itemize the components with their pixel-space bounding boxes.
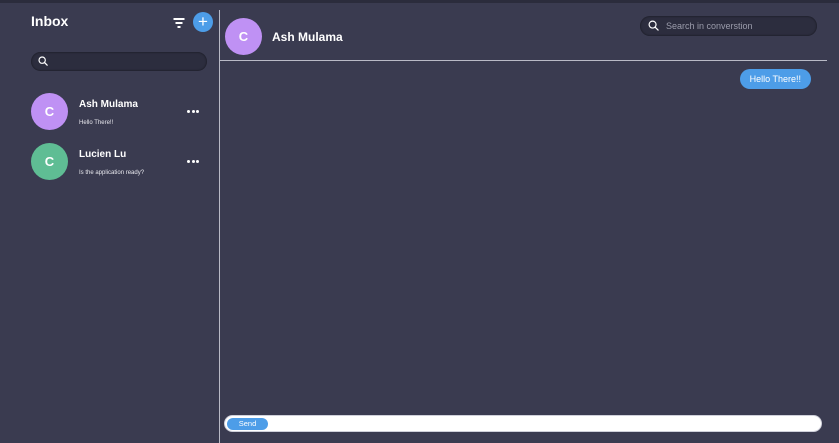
outgoing-message-bubble: Hello There!! <box>739 69 811 89</box>
conversation-name: Lucien Lu <box>79 149 127 160</box>
chat-contact-name: Ash Mulama <box>272 30 343 44</box>
inbox-title: Inbox <box>31 13 69 29</box>
more-options-icon[interactable] <box>187 110 199 114</box>
conversation-preview: Is the application ready? <box>79 170 145 176</box>
inbox-search-box <box>31 52 207 71</box>
message-list: Hello There!! <box>220 62 839 412</box>
messenger-app: Inbox + C Ash Mulama Hello There!! C Luc… <box>0 0 839 443</box>
message-composer: Send <box>224 415 822 432</box>
avatar: C <box>31 93 68 130</box>
inbox-search-input[interactable] <box>55 52 201 71</box>
conversation-item-lucien-lu[interactable]: C Lucien Lu Is the application ready? <box>0 140 219 186</box>
more-options-icon[interactable] <box>187 160 199 164</box>
message-input[interactable] <box>273 417 817 430</box>
inbox-sidebar: Inbox + C Ash Mulama Hello There!! C Luc… <box>0 0 219 443</box>
new-conversation-button[interactable]: + <box>193 12 213 32</box>
send-button[interactable]: Send <box>227 417 268 430</box>
search-icon <box>648 20 659 31</box>
conversation-search-input[interactable] <box>666 16 812 36</box>
conversation-search-box <box>640 16 817 36</box>
chat-header-divider <box>220 60 827 61</box>
conversation-item-ash-mulama[interactable]: C Ash Mulama Hello There!! <box>0 90 219 136</box>
chat-header: C Ash Mulama <box>220 0 839 61</box>
search-icon <box>38 56 48 66</box>
avatar: C <box>225 18 262 55</box>
conversation-name: Ash Mulama <box>79 99 138 110</box>
avatar: C <box>31 143 68 180</box>
plus-icon: + <box>198 12 208 31</box>
filter-icon[interactable] <box>173 16 185 28</box>
conversation-preview: Hello There!! <box>79 120 114 126</box>
